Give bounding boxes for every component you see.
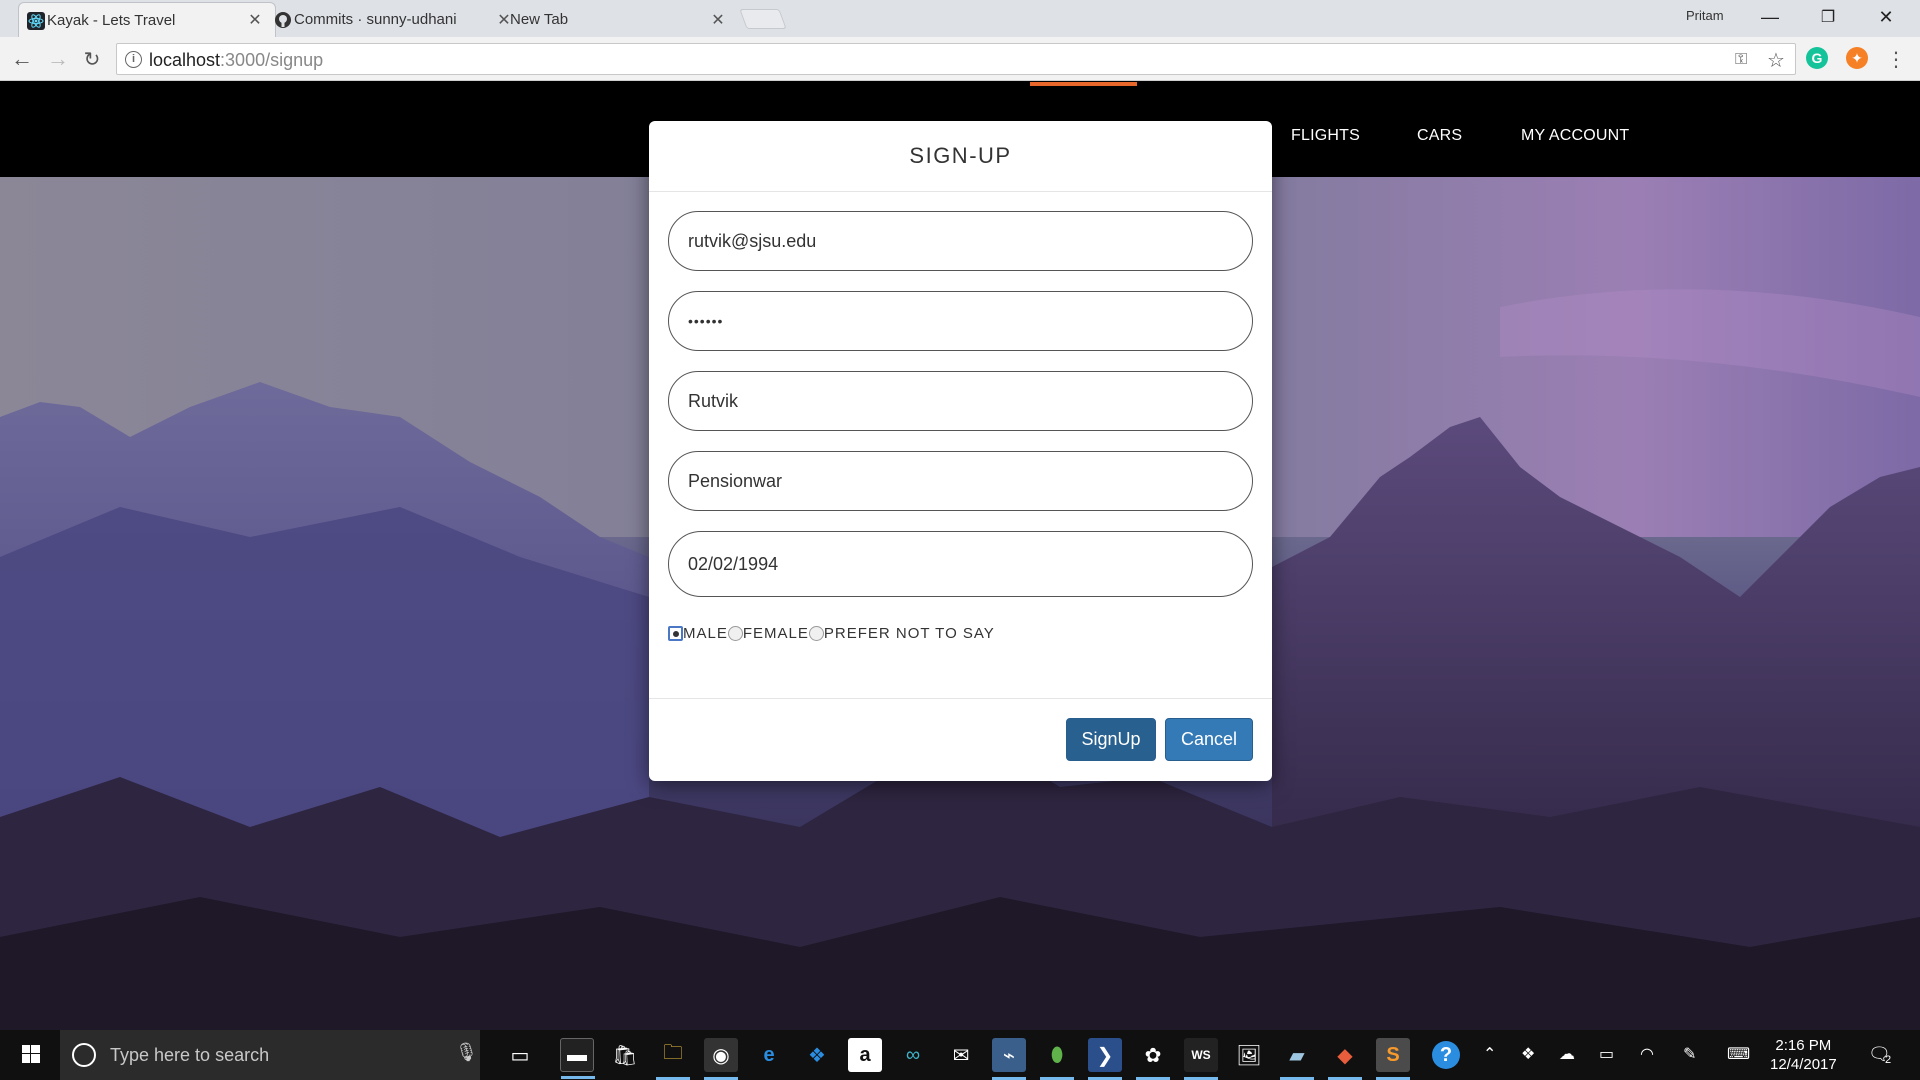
windows-taskbar: Type here to search 🎙 ▭ ▬ 🛍 🗀 ◉ e ❖ a ∞ … bbox=[0, 1030, 1920, 1080]
tab-title: Kayak - Lets Travel bbox=[47, 11, 176, 29]
nav-link-flights[interactable]: FLIGHTS bbox=[1291, 127, 1360, 145]
taskbar-search-placeholder: Type here to search bbox=[110, 1045, 270, 1065]
info-icon[interactable]: i bbox=[125, 51, 142, 68]
pen-icon[interactable]: ✎ bbox=[1683, 1044, 1696, 1064]
tab-commits[interactable]: Commits · sunny-udhani ✕ bbox=[266, 2, 524, 37]
browser-toolbar: ← → ↻ i localhost:3000/signup ⚿ ☆ G ✦ ⋮ bbox=[0, 37, 1920, 81]
gender-label-female: FEMALE bbox=[742, 625, 809, 642]
app-icon[interactable]: ✿ bbox=[1136, 1038, 1170, 1080]
url-path: :3000/signup bbox=[220, 50, 324, 70]
wifi-icon[interactable]: ◠ bbox=[1640, 1044, 1654, 1064]
url-text[interactable]: localhost:3000/signup bbox=[149, 50, 323, 71]
nav-link-my-account[interactable]: MY ACCOUNT bbox=[1521, 127, 1629, 145]
signup-modal: SIGN-UP rutvik@sjsu.edu •••••• Rutvik Pe… bbox=[649, 121, 1272, 781]
extension-icon[interactable]: ✦ bbox=[1846, 47, 1868, 69]
url-host: localhost bbox=[149, 50, 221, 70]
microphone-icon[interactable]: 🎙 bbox=[455, 1042, 478, 1063]
star-icon[interactable]: ☆ bbox=[1767, 48, 1785, 73]
clock-time: 2:16 PM bbox=[1775, 1037, 1832, 1054]
gender-label-male: MALE bbox=[683, 625, 728, 642]
forward-icon[interactable]: → bbox=[44, 45, 72, 73]
gender-radio-male[interactable] bbox=[668, 626, 683, 641]
dropbox-icon[interactable]: ❖ bbox=[800, 1038, 834, 1072]
tab-title: Commits · sunny-udhani bbox=[294, 11, 457, 28]
browser-titlebar: Kayak - Lets Travel ✕ Commits · sunny-ud… bbox=[0, 0, 1920, 37]
restore-icon[interactable]: ❐ bbox=[1799, 0, 1857, 34]
close-window-icon[interactable]: ✕ bbox=[1857, 0, 1915, 34]
tab-kayak[interactable]: Kayak - Lets Travel ✕ bbox=[18, 2, 276, 37]
cortana-icon bbox=[72, 1043, 96, 1067]
modal-header: SIGN-UP bbox=[649, 121, 1272, 192]
new-tab-button[interactable] bbox=[739, 9, 787, 29]
minimize-icon[interactable]: — bbox=[1741, 0, 1799, 34]
tab-new-tab[interactable]: New Tab ✕ bbox=[492, 2, 738, 37]
tab-title: New Tab bbox=[510, 11, 569, 28]
battery-icon[interactable]: ▭ bbox=[1599, 1044, 1614, 1064]
cancel-button[interactable]: Cancel bbox=[1165, 718, 1253, 761]
help-icon[interactable]: ? bbox=[1432, 1041, 1460, 1069]
reload-icon[interactable]: ↻ bbox=[78, 45, 106, 73]
tray-chevron-up-icon[interactable]: ⌃ bbox=[1483, 1044, 1496, 1064]
sublime-icon[interactable]: S bbox=[1376, 1038, 1410, 1080]
github-icon bbox=[275, 12, 291, 28]
tray-dropbox-icon[interactable]: ❖ bbox=[1521, 1044, 1535, 1064]
notes-icon[interactable]: ▰ bbox=[1280, 1038, 1314, 1080]
notification-count: 2 bbox=[1885, 1054, 1892, 1066]
terminal-icon[interactable]: ▬ bbox=[560, 1038, 595, 1079]
git-icon[interactable]: ◆ bbox=[1328, 1038, 1362, 1080]
chrome-icon[interactable]: ◉ bbox=[704, 1038, 738, 1080]
onedrive-icon[interactable]: ☁ bbox=[1559, 1044, 1575, 1064]
modal-title: SIGN-UP bbox=[909, 143, 1012, 168]
taskbar-search[interactable]: Type here to search 🎙 bbox=[60, 1030, 480, 1080]
gender-radio-group: MALE FEMALE PREFER NOT TO SAY bbox=[668, 625, 995, 642]
mongodb-icon[interactable]: ⬮ bbox=[1040, 1038, 1074, 1080]
gender-label-prefer-not: PREFER NOT TO SAY bbox=[823, 625, 995, 642]
mysql-workbench-icon[interactable]: ⌁ bbox=[992, 1038, 1026, 1080]
close-icon[interactable]: ✕ bbox=[710, 10, 726, 30]
nav-active-indicator bbox=[1030, 82, 1137, 86]
keyboard-icon[interactable]: ⌨ bbox=[1727, 1044, 1750, 1064]
nav-link-cars[interactable]: CARS bbox=[1417, 127, 1462, 145]
last-name-field[interactable]: Pensionwar bbox=[668, 451, 1253, 511]
photos-icon[interactable]: 🖼 bbox=[1232, 1038, 1266, 1072]
email-field[interactable]: rutvik@sjsu.edu bbox=[668, 211, 1253, 271]
password-field[interactable]: •••••• bbox=[668, 291, 1253, 351]
store-icon[interactable]: 🛍 bbox=[608, 1038, 642, 1072]
edge-icon[interactable]: e bbox=[752, 1038, 786, 1072]
amazon-icon[interactable]: a bbox=[848, 1038, 882, 1072]
close-icon[interactable]: ✕ bbox=[247, 10, 263, 30]
clock-date: 12/4/2017 bbox=[1770, 1056, 1837, 1073]
profile-name[interactable]: Pritam bbox=[1686, 8, 1724, 23]
first-name-field[interactable]: Rutvik bbox=[668, 371, 1253, 431]
file-explorer-icon[interactable]: 🗀 bbox=[656, 1038, 690, 1080]
modal-footer: SignUp Cancel bbox=[649, 698, 1272, 781]
taskbar-clock[interactable]: 2:16 PM 12/4/2017 bbox=[1770, 1036, 1837, 1074]
back-icon[interactable]: ← bbox=[8, 45, 36, 73]
mail-icon[interactable]: ✉ bbox=[944, 1038, 978, 1072]
react-icon bbox=[27, 12, 45, 30]
menu-icon[interactable]: ⋮ bbox=[1886, 47, 1906, 72]
task-view-icon[interactable]: ▭ bbox=[503, 1038, 537, 1072]
windows-start-icon[interactable] bbox=[10, 1042, 50, 1068]
webstorm-icon[interactable]: WS bbox=[1184, 1038, 1218, 1080]
powershell-icon[interactable]: ❯ bbox=[1088, 1038, 1122, 1080]
key-icon[interactable]: ⚿ bbox=[1735, 51, 1747, 69]
gender-radio-female[interactable] bbox=[727, 626, 743, 641]
grammarly-icon[interactable]: G bbox=[1806, 47, 1828, 69]
dob-field[interactable]: 02/02/1994 bbox=[668, 531, 1253, 597]
web-page: FLIGHTS CARS MY ACCOUNT SIGN-UP rutvik@s… bbox=[0, 82, 1920, 1030]
address-bar[interactable]: i localhost:3000/signup ⚿ ☆ bbox=[116, 43, 1796, 75]
arduino-icon[interactable]: ∞ bbox=[896, 1038, 930, 1072]
signup-button[interactable]: SignUp bbox=[1066, 718, 1156, 761]
gender-radio-prefer-not[interactable] bbox=[808, 626, 824, 641]
